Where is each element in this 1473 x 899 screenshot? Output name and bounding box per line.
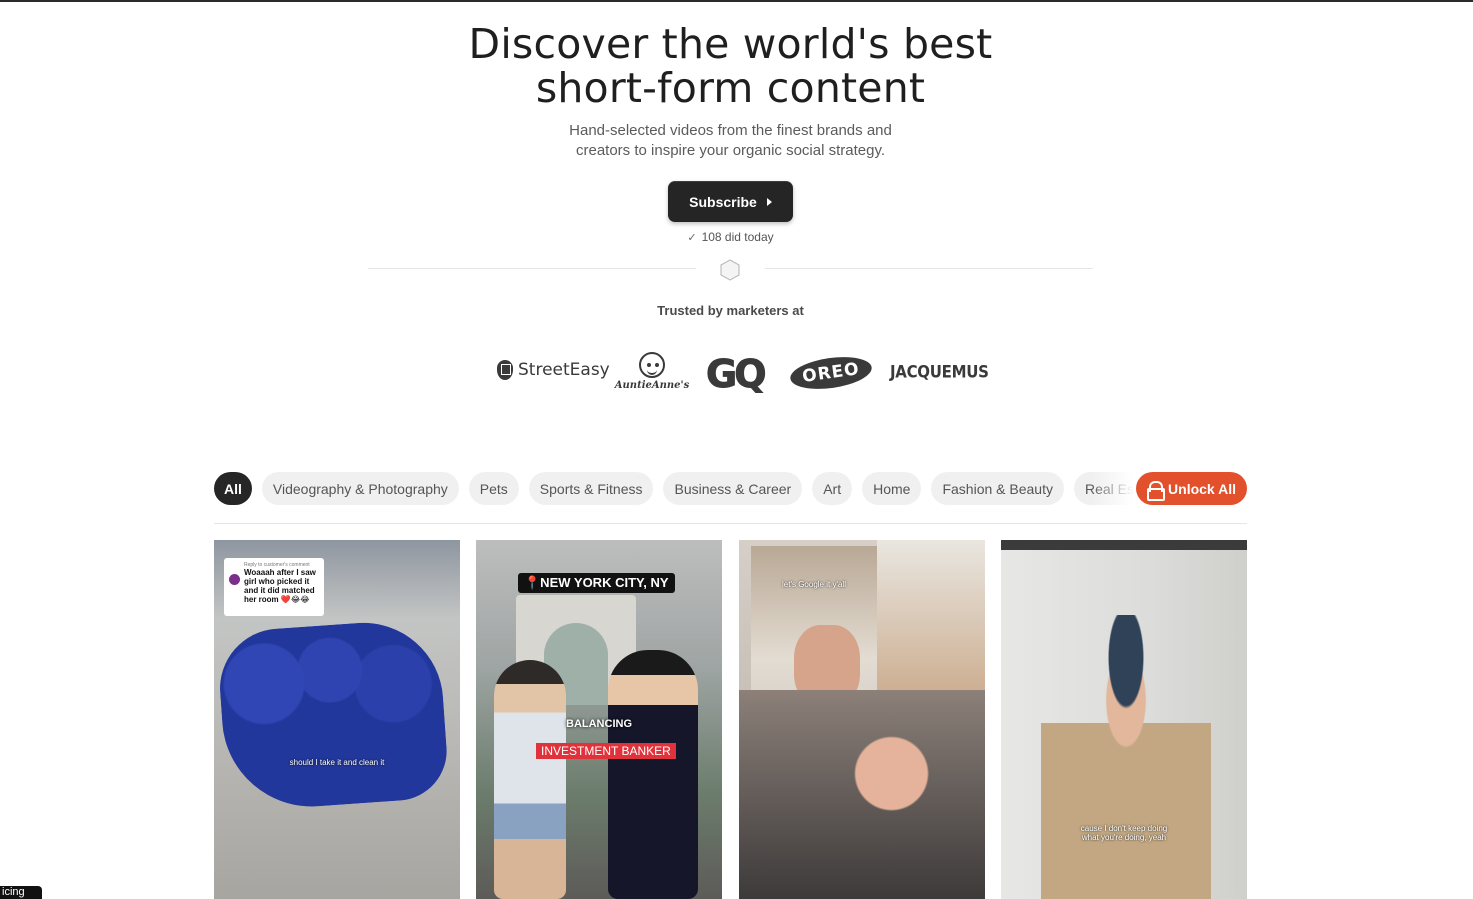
oreo-logo: OREO (788, 352, 874, 394)
filters-fade-overlay (1090, 472, 1134, 506)
hero-title: Discover the world's best short-form con… (0, 22, 1461, 110)
brand-logos: StreetEasy AuntieAnne's GQ OREO JACQUEMU… (0, 350, 1473, 397)
video-caption-white: BALANCING (566, 718, 632, 730)
unlock-all-button[interactable]: Unlock All (1136, 472, 1247, 505)
filter-chip-all[interactable]: All (214, 472, 252, 505)
video-card-4[interactable]: cause I don't keep doing what you're doi… (1001, 540, 1247, 899)
video-caption-line-2: what you're doing, yeah (1081, 833, 1167, 842)
hero-title-line-1: Discover the world's best (468, 20, 993, 68)
caret-right-icon (766, 197, 772, 206)
filter-chip-home[interactable]: Home (862, 472, 922, 505)
video-card-3[interactable]: let's Google it y'all (739, 540, 985, 899)
checkmark-icon: ✓ (687, 232, 697, 244)
video-caption-red: INVESTMENT BANKER (536, 743, 676, 759)
comment-reply-text: Woaaah after I saw girl who picked it an… (244, 568, 316, 604)
filter-chip-sports[interactable]: Sports & Fitness (528, 472, 654, 505)
hero-subtitle: Hand-selected videos from the finest bra… (0, 121, 1461, 161)
filter-chip-art[interactable]: Art (812, 472, 853, 505)
person-thumbnail (608, 650, 698, 899)
streeteasy-logo-text: StreetEasy (518, 360, 610, 380)
hero-subtitle-line-1: Hand-selected videos from the finest bra… (569, 122, 892, 139)
divider-right (765, 268, 1093, 269)
hero-title-line-2: short-form content (535, 64, 926, 112)
filter-chip-pets[interactable]: Pets (468, 472, 519, 505)
video-caption: should I take it and clean it (289, 758, 385, 767)
filters-divider (214, 523, 1247, 524)
lock-icon (1147, 480, 1166, 501)
filter-chip-fashion[interactable]: Fashion & Beauty (931, 472, 1064, 505)
gq-logo: GQ (706, 352, 767, 397)
blue-sofa-thumbnail (215, 617, 451, 813)
auntie-annes-logo: AuntieAnne's (614, 352, 690, 396)
map-pin-icon (497, 360, 513, 380)
subscribe-button-label: Subscribe (689, 193, 757, 210)
video-caption-line-1: cause I don't keep doing (1080, 824, 1168, 833)
subscribe-button[interactable]: Subscribe (668, 181, 793, 222)
category-filters: All Videography & Photography Pets Sport… (214, 472, 1134, 506)
streeteasy-logo: StreetEasy (497, 360, 610, 380)
comment-reply-bubble: Reply to customer's comment Woaaah after… (224, 558, 324, 616)
video-caption: cause I don't keep doing what you're doi… (1001, 824, 1247, 842)
auntie-annes-logo-text: AuntieAnne's (614, 380, 690, 391)
person-thumbnail (1041, 615, 1211, 899)
door-frame (1001, 540, 1247, 550)
trusted-by-label: Trusted by marketers at (657, 303, 804, 318)
hexagon-icon (720, 259, 740, 281)
person-thumbnail (739, 690, 985, 899)
corner-tag[interactable]: icing (0, 886, 42, 899)
video-caption: let's Google it y'all (782, 580, 846, 589)
top-border (0, 0, 1473, 2)
subscriber-count-text: 108 did today (701, 230, 774, 244)
subscriber-count: ✓ 108 did today (0, 230, 1461, 244)
filter-chip-videography[interactable]: Videography & Photography (261, 472, 459, 505)
video-card-2[interactable]: 📍NEW YORK CITY, NY BALANCING INVESTMENT … (476, 540, 722, 899)
unlock-all-label: Unlock All (1168, 480, 1236, 497)
jacquemus-logo: JACQUEMUS (890, 361, 989, 383)
auntie-annes-face-icon (639, 352, 665, 378)
hero-subtitle-line-2: creators to inspire your organic social … (575, 142, 886, 159)
video-card-1[interactable]: Reply to customer's comment Woaaah after… (214, 540, 460, 899)
location-badge: 📍NEW YORK CITY, NY (518, 573, 675, 593)
person-thumbnail (494, 660, 566, 899)
filter-chip-business[interactable]: Business & Career (663, 472, 803, 505)
divider-left (368, 268, 696, 269)
